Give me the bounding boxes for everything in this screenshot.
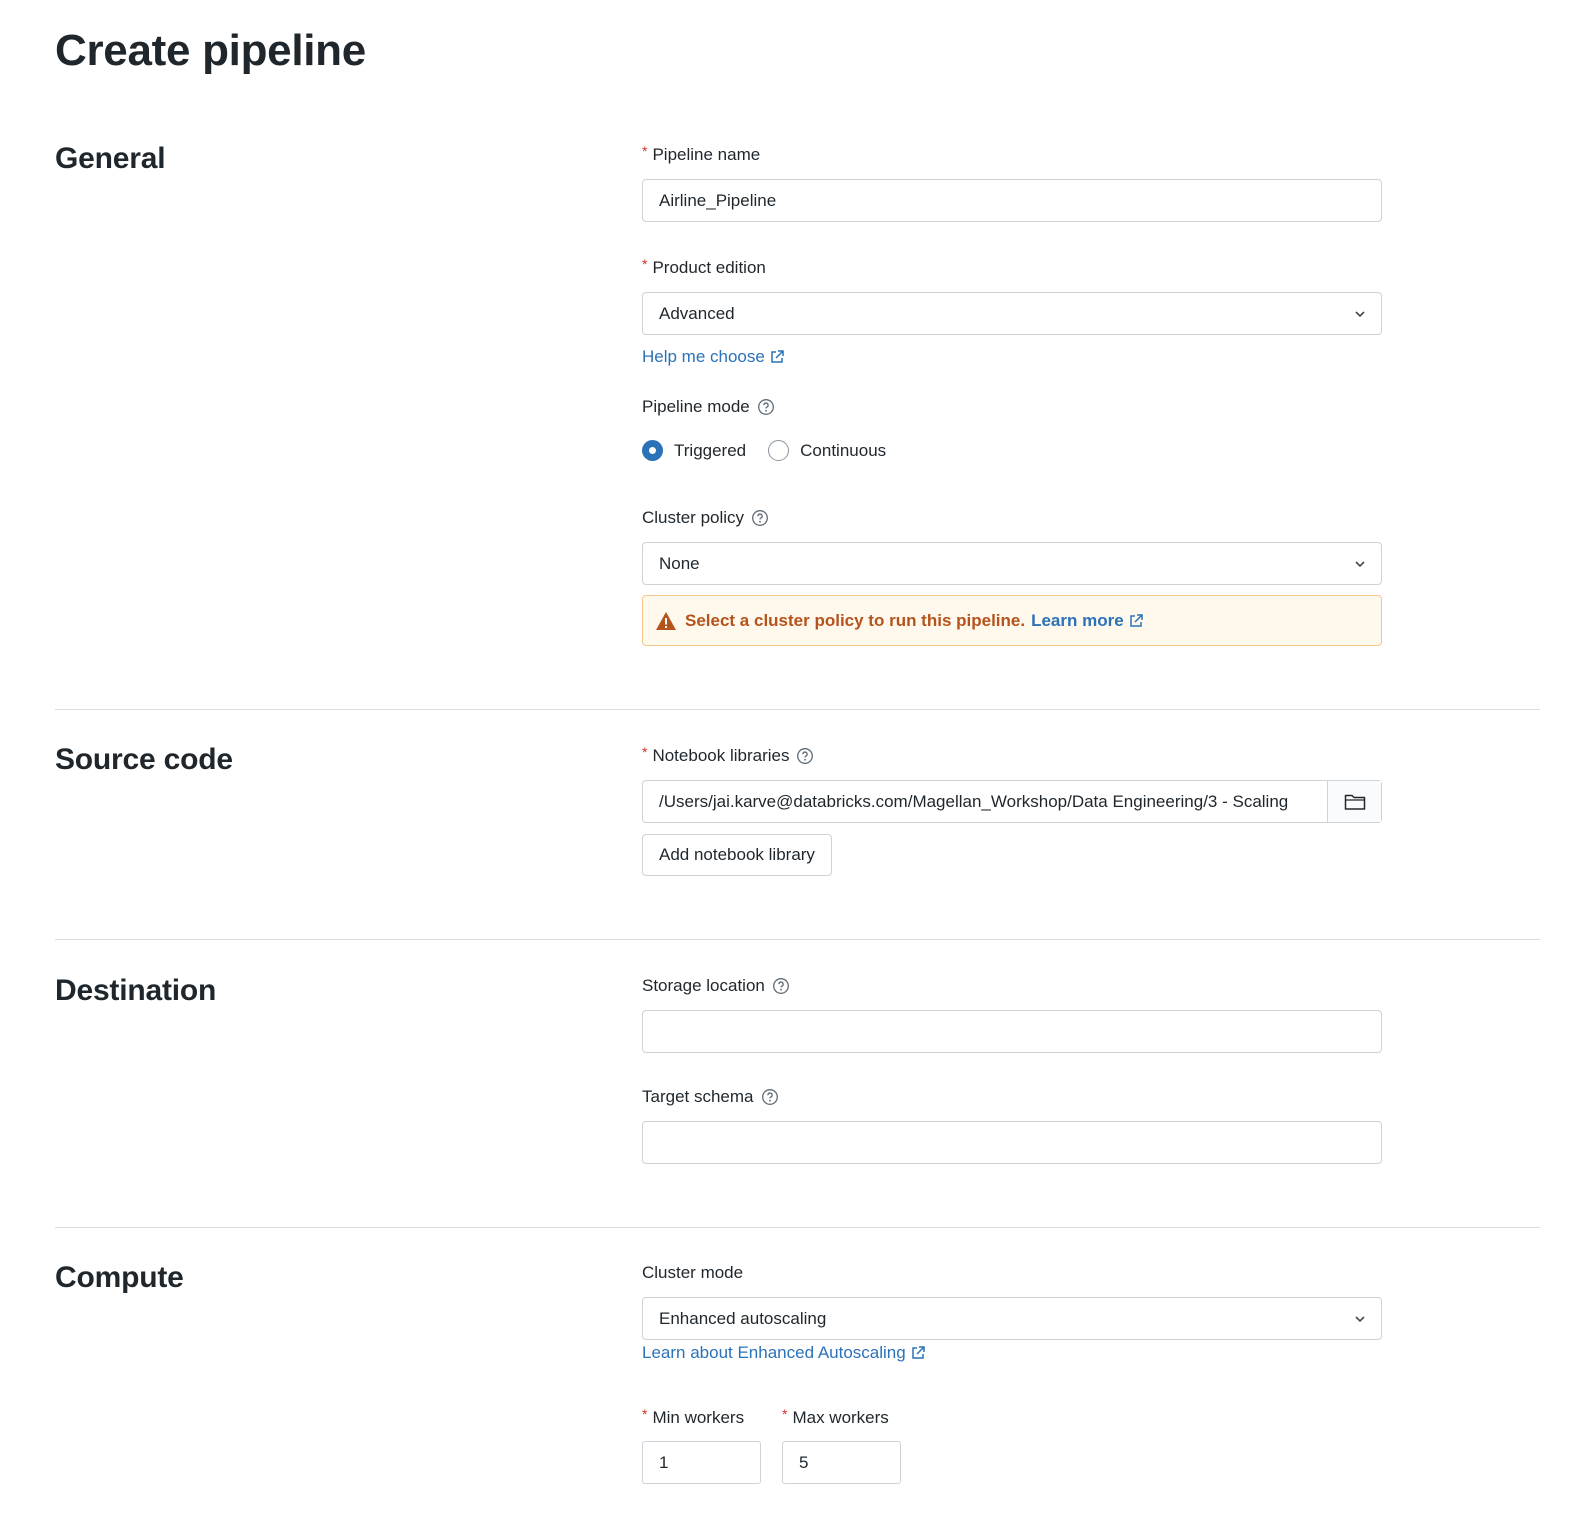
continuous-label[interactable]: Continuous — [800, 441, 886, 461]
max-workers-label: * Max workers — [782, 1406, 889, 1427]
section-title-general: General — [55, 142, 166, 175]
help-icon[interactable] — [772, 977, 790, 995]
help-me-choose-link[interactable]: Help me choose — [642, 347, 785, 367]
triggered-label[interactable]: Triggered — [674, 441, 746, 461]
pipeline-name-label: * Pipeline name — [642, 143, 761, 164]
section-title-source-code: Source code — [55, 743, 233, 776]
storage-location-label: Storage location — [642, 974, 790, 998]
min-workers-label: * Min workers — [642, 1406, 745, 1427]
folder-icon — [1344, 794, 1365, 810]
section-divider — [55, 1227, 1540, 1228]
required-marker: * — [642, 143, 648, 159]
required-marker: * — [782, 1406, 788, 1422]
cluster-policy-select[interactable]: None — [642, 542, 1382, 585]
section-title-destination: Destination — [55, 974, 217, 1007]
required-marker: * — [642, 744, 648, 760]
cluster-mode-select[interactable]: Enhanced autoscaling — [642, 1297, 1382, 1340]
section-divider — [55, 709, 1540, 710]
triggered-radio[interactable] — [642, 440, 663, 461]
required-marker: * — [642, 256, 648, 272]
page-title: Create pipeline — [55, 26, 366, 75]
min-workers-input[interactable]: 1 — [642, 1441, 761, 1484]
learn-more-link[interactable]: Learn more — [1031, 611, 1144, 631]
help-icon[interactable] — [751, 509, 769, 527]
product-edition-select[interactable]: Advanced — [642, 292, 1382, 335]
cluster-policy-label: Cluster policy — [642, 506, 769, 530]
notebook-libraries-label: * Notebook libraries — [642, 744, 814, 768]
chevron-down-icon — [1355, 561, 1365, 568]
help-icon[interactable] — [796, 747, 814, 765]
warning-text: Select a cluster policy to run this pipe… — [685, 610, 1026, 630]
max-workers-input[interactable]: 5 — [782, 1441, 901, 1484]
external-link-icon — [771, 350, 784, 363]
section-divider — [55, 939, 1540, 940]
continuous-radio[interactable] — [768, 440, 790, 461]
pipeline-name-input[interactable]: Airline_Pipeline — [642, 179, 1382, 222]
learn-enhanced-autoscaling-link[interactable]: Learn about Enhanced Autoscaling — [642, 1343, 926, 1363]
pipeline-mode-radio-group: Triggered Continuous — [642, 440, 908, 461]
cluster-mode-label: Cluster mode — [642, 1263, 744, 1282]
notebook-path-input[interactable]: /Users/jai.karve@databricks.com/Magellan… — [642, 780, 1382, 823]
target-schema-label: Target schema — [642, 1085, 779, 1109]
chevron-down-icon — [1355, 1316, 1365, 1323]
storage-location-input[interactable] — [642, 1010, 1382, 1053]
target-schema-input[interactable] — [642, 1121, 1382, 1164]
browse-folder-button[interactable] — [1327, 781, 1381, 822]
section-title-compute: Compute — [55, 1261, 184, 1294]
help-icon[interactable] — [757, 398, 775, 416]
pipeline-mode-label: Pipeline mode — [642, 395, 775, 419]
help-icon[interactable] — [761, 1088, 779, 1106]
warning-icon — [656, 611, 676, 630]
external-link-icon — [1129, 613, 1143, 627]
chevron-down-icon — [1355, 311, 1365, 318]
external-link-icon — [911, 1346, 925, 1359]
required-marker: * — [642, 1406, 648, 1422]
product-edition-label: * Product edition — [642, 256, 766, 277]
add-notebook-library-button[interactable]: Add notebook library — [642, 834, 832, 876]
cluster-policy-warning: Select a cluster policy to run this pipe… — [642, 595, 1382, 646]
